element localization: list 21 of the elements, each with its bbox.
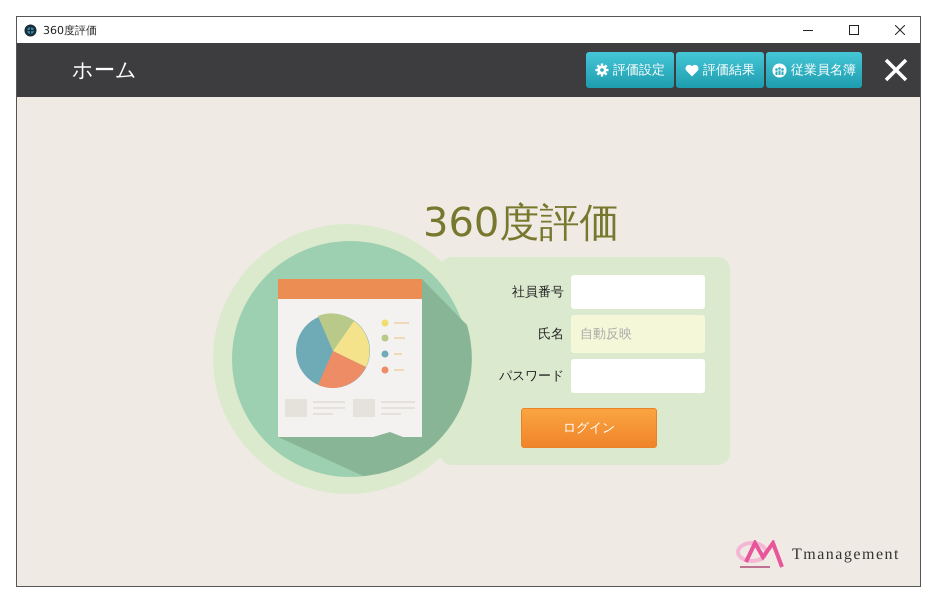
input-field[interactable]	[571, 275, 705, 309]
window-title: 360度評価	[43, 22, 98, 38]
nav-button[interactable]: 従業員名簿	[766, 52, 862, 88]
input-field[interactable]	[571, 359, 705, 393]
heart-icon	[685, 64, 699, 76]
logo-text: Tmanagement	[792, 546, 900, 564]
gear-icon	[595, 63, 609, 77]
app-icon	[24, 24, 37, 36]
nav-button[interactable]: 評価設定	[586, 52, 674, 88]
nav-button[interactable]: 評価結果	[676, 52, 764, 88]
field-label: パスワード	[498, 368, 564, 385]
logo-drawing	[736, 540, 786, 570]
field-label: 氏名	[537, 326, 564, 343]
field-label: 社員番号	[511, 284, 564, 301]
people-icon	[772, 62, 787, 78]
maximize-icon[interactable]	[849, 25, 859, 35]
input-field[interactable]: 自動反映	[571, 315, 705, 353]
page-title: ホーム	[72, 57, 138, 84]
app-title: 360度評価	[423, 199, 620, 248]
login-button[interactable]: ログイン	[521, 408, 657, 448]
close-icon[interactable]	[895, 25, 905, 35]
